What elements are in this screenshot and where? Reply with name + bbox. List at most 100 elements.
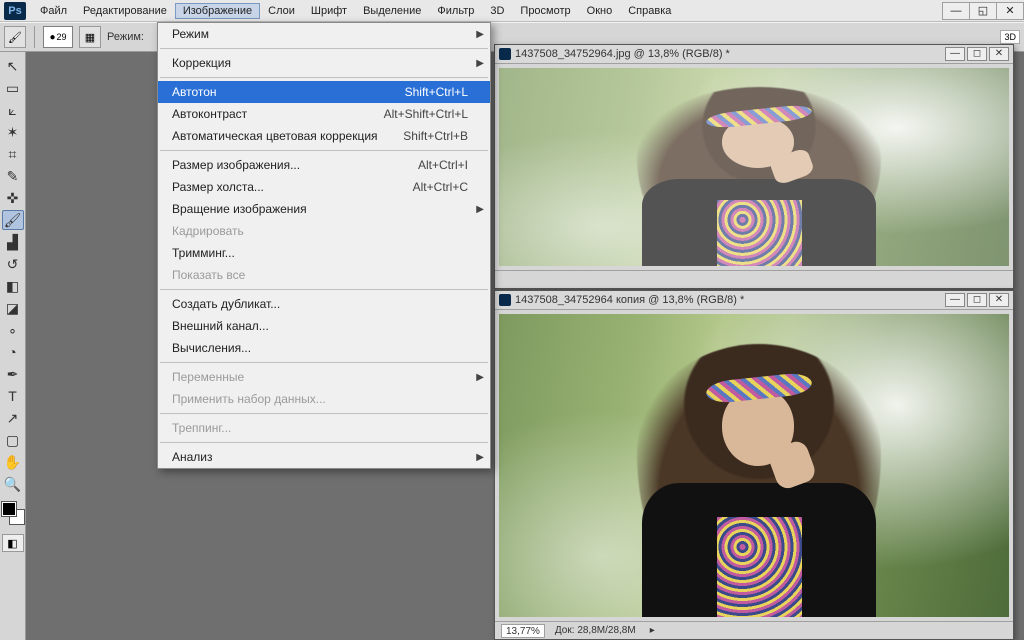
quick-select-tool[interactable]: ✶ bbox=[2, 122, 24, 142]
menu-3d[interactable]: 3D bbox=[482, 3, 512, 19]
menu-item-label: Размер изображения... bbox=[172, 158, 300, 172]
hand-tool[interactable]: ✋ bbox=[2, 452, 24, 472]
menu-файл[interactable]: Файл bbox=[32, 3, 75, 19]
image-menu[interactable]: Режим▶Коррекция▶АвтотонShift+Ctrl+LАвток… bbox=[157, 22, 491, 469]
submenu-arrow-icon: ▶ bbox=[476, 204, 484, 215]
marquee-tool[interactable]: ▭ bbox=[2, 78, 24, 98]
gradient-tool[interactable]: ◪ bbox=[2, 298, 24, 318]
doc-close-button[interactable]: ✕ bbox=[989, 293, 1009, 307]
healing-brush-tool[interactable]: ✜ bbox=[2, 188, 24, 208]
doc-close-button[interactable]: ✕ bbox=[989, 47, 1009, 61]
rectangle-tool[interactable]: ▢ bbox=[2, 430, 24, 450]
menu-просмотр[interactable]: Просмотр bbox=[512, 3, 578, 19]
brush-preset-picker[interactable]: ● 29 bbox=[43, 26, 73, 48]
menu-item-label: Внешний канал... bbox=[172, 319, 269, 333]
menu-item[interactable]: Режим ▶ bbox=[158, 23, 490, 45]
menu-item-label: Кадрировать bbox=[172, 224, 244, 238]
brush-settings-icon[interactable]: ▦ bbox=[79, 26, 101, 48]
menu-выделение[interactable]: Выделение bbox=[355, 3, 429, 19]
workspace-3d[interactable]: 3D bbox=[1000, 30, 1020, 44]
doc-maximize-button[interactable]: ◻ bbox=[967, 47, 987, 61]
blur-tool[interactable]: ∘ bbox=[2, 320, 24, 340]
path-select-tool[interactable]: ↗ bbox=[2, 408, 24, 428]
menu-separator bbox=[160, 289, 488, 290]
minimize-button[interactable]: — bbox=[942, 2, 970, 20]
document-window-a[interactable]: 1437508_34752964.jpg @ 13,8% (RGB/8) * —… bbox=[494, 44, 1014, 289]
menu-item[interactable]: Размер изображения... Alt+Ctrl+I bbox=[158, 154, 490, 176]
close-button[interactable]: ✕ bbox=[996, 2, 1024, 20]
menu-item[interactable]: АвтоконтрастAlt+Shift+Ctrl+L bbox=[158, 103, 490, 125]
dodge-tool[interactable]: ◔ bbox=[2, 342, 24, 362]
foreground-color[interactable] bbox=[2, 502, 16, 516]
canvas[interactable] bbox=[499, 68, 1009, 266]
menu-изображение[interactable]: Изображение bbox=[175, 3, 260, 19]
history-brush-tool[interactable]: ↺ bbox=[2, 254, 24, 274]
clone-stamp-tool[interactable]: ▟ bbox=[2, 232, 24, 252]
status-bar bbox=[495, 270, 1013, 288]
menu-item: Показать все bbox=[158, 264, 490, 286]
menu-item[interactable]: Вычисления... bbox=[158, 337, 490, 359]
menu-item-shortcut: Alt+Ctrl+I bbox=[418, 158, 468, 172]
crop-tool[interactable]: ⌗ bbox=[2, 144, 24, 164]
menu-item: Переменные▶ bbox=[158, 366, 490, 388]
menu-item-label: Режим bbox=[172, 27, 209, 41]
zoom-field[interactable]: 13,77% bbox=[501, 624, 545, 638]
document-titlebar[interactable]: 1437508_34752964 копия @ 13,8% (RGB/8) *… bbox=[495, 291, 1013, 310]
menu-separator bbox=[160, 77, 488, 78]
photo-copy bbox=[499, 314, 1009, 617]
doc-minimize-button[interactable]: — bbox=[945, 47, 965, 61]
submenu-arrow-icon: ▶ bbox=[476, 29, 484, 40]
submenu-arrow-icon: ▶ bbox=[476, 372, 484, 383]
doc-maximize-button[interactable]: ◻ bbox=[967, 293, 987, 307]
brush-tool[interactable]: 🖌 bbox=[2, 210, 24, 230]
tool-preset-icon[interactable]: 🖌 bbox=[4, 26, 26, 48]
menu-item-shortcut: Alt+Shift+Ctrl+L bbox=[384, 107, 468, 121]
menu-item-label: Автоматическая цветовая коррекция bbox=[172, 129, 378, 143]
move-tool[interactable]: ↖ bbox=[2, 56, 24, 76]
menu-item-label: Применить набор данных... bbox=[172, 392, 326, 406]
doc-size-label: Док: 28,8M/28,8M bbox=[555, 625, 636, 636]
brush-size-value: 29 bbox=[57, 32, 67, 42]
type-tool[interactable]: T bbox=[2, 386, 24, 406]
status-bar: 13,77% Док: 28,8M/28,8M ▸ bbox=[495, 621, 1013, 639]
menu-item[interactable]: Тримминг... bbox=[158, 242, 490, 264]
menu-item[interactable]: АвтотонShift+Ctrl+L bbox=[158, 81, 490, 103]
menu-item: Применить набор данных... bbox=[158, 388, 490, 410]
submenu-arrow-icon: ▶ bbox=[476, 58, 484, 69]
menu-item-label: Размер холста... bbox=[172, 180, 264, 194]
brush-dot-icon: ● bbox=[49, 32, 55, 43]
menu-item-shortcut: Shift+Ctrl+B bbox=[403, 129, 468, 143]
menu-item[interactable]: Размер холста...Alt+Ctrl+C bbox=[158, 176, 490, 198]
document-titlebar[interactable]: 1437508_34752964.jpg @ 13,8% (RGB/8) * —… bbox=[495, 45, 1013, 64]
menu-item[interactable]: Создать дубликат... bbox=[158, 293, 490, 315]
menu-фильтр[interactable]: Фильтр bbox=[429, 3, 482, 19]
menu-item[interactable]: Вращение изображения▶ bbox=[158, 198, 490, 220]
menu-редактирование[interactable]: Редактирование bbox=[75, 3, 175, 19]
pen-tool[interactable]: ✒ bbox=[2, 364, 24, 384]
quick-mask-toggle[interactable]: ◧ bbox=[2, 534, 24, 552]
restore-button[interactable]: ◱ bbox=[969, 2, 997, 20]
menu-item[interactable]: Анализ▶ bbox=[158, 446, 490, 468]
document-icon bbox=[499, 48, 511, 60]
canvas[interactable] bbox=[499, 314, 1009, 617]
menu-item-label: Автотон bbox=[172, 85, 217, 99]
menu-separator bbox=[160, 150, 488, 151]
color-swatches[interactable] bbox=[2, 502, 24, 524]
menu-item[interactable]: Коррекция▶ bbox=[158, 52, 490, 74]
eraser-tool[interactable]: ◧ bbox=[2, 276, 24, 296]
menu-item[interactable]: Автоматическая цветовая коррекция Shift+C… bbox=[158, 125, 490, 147]
eyedropper-tool[interactable]: ✎ bbox=[2, 166, 24, 186]
menu-слои[interactable]: Слои bbox=[260, 3, 303, 19]
menu-item[interactable]: Внешний канал... bbox=[158, 315, 490, 337]
document-window-b[interactable]: 1437508_34752964 копия @ 13,8% (RGB/8) *… bbox=[494, 290, 1014, 640]
menu-item-label: Создать дубликат... bbox=[172, 297, 280, 311]
menu-шрифт[interactable]: Шрифт bbox=[303, 3, 355, 19]
menubar: Ps ФайлРедактированиеИзображениеСлоиШриф… bbox=[0, 0, 1024, 22]
doc-minimize-button[interactable]: — bbox=[945, 293, 965, 307]
menu-окно[interactable]: Окно bbox=[579, 3, 621, 19]
zoom-tool[interactable]: 🔍 bbox=[2, 474, 24, 494]
submenu-arrow-icon: ▶ bbox=[476, 452, 484, 463]
doc-info-arrow-icon[interactable]: ▸ bbox=[650, 625, 655, 636]
lasso-tool[interactable]: ⟀ bbox=[2, 100, 24, 120]
menu-справка[interactable]: Справка bbox=[620, 3, 679, 19]
